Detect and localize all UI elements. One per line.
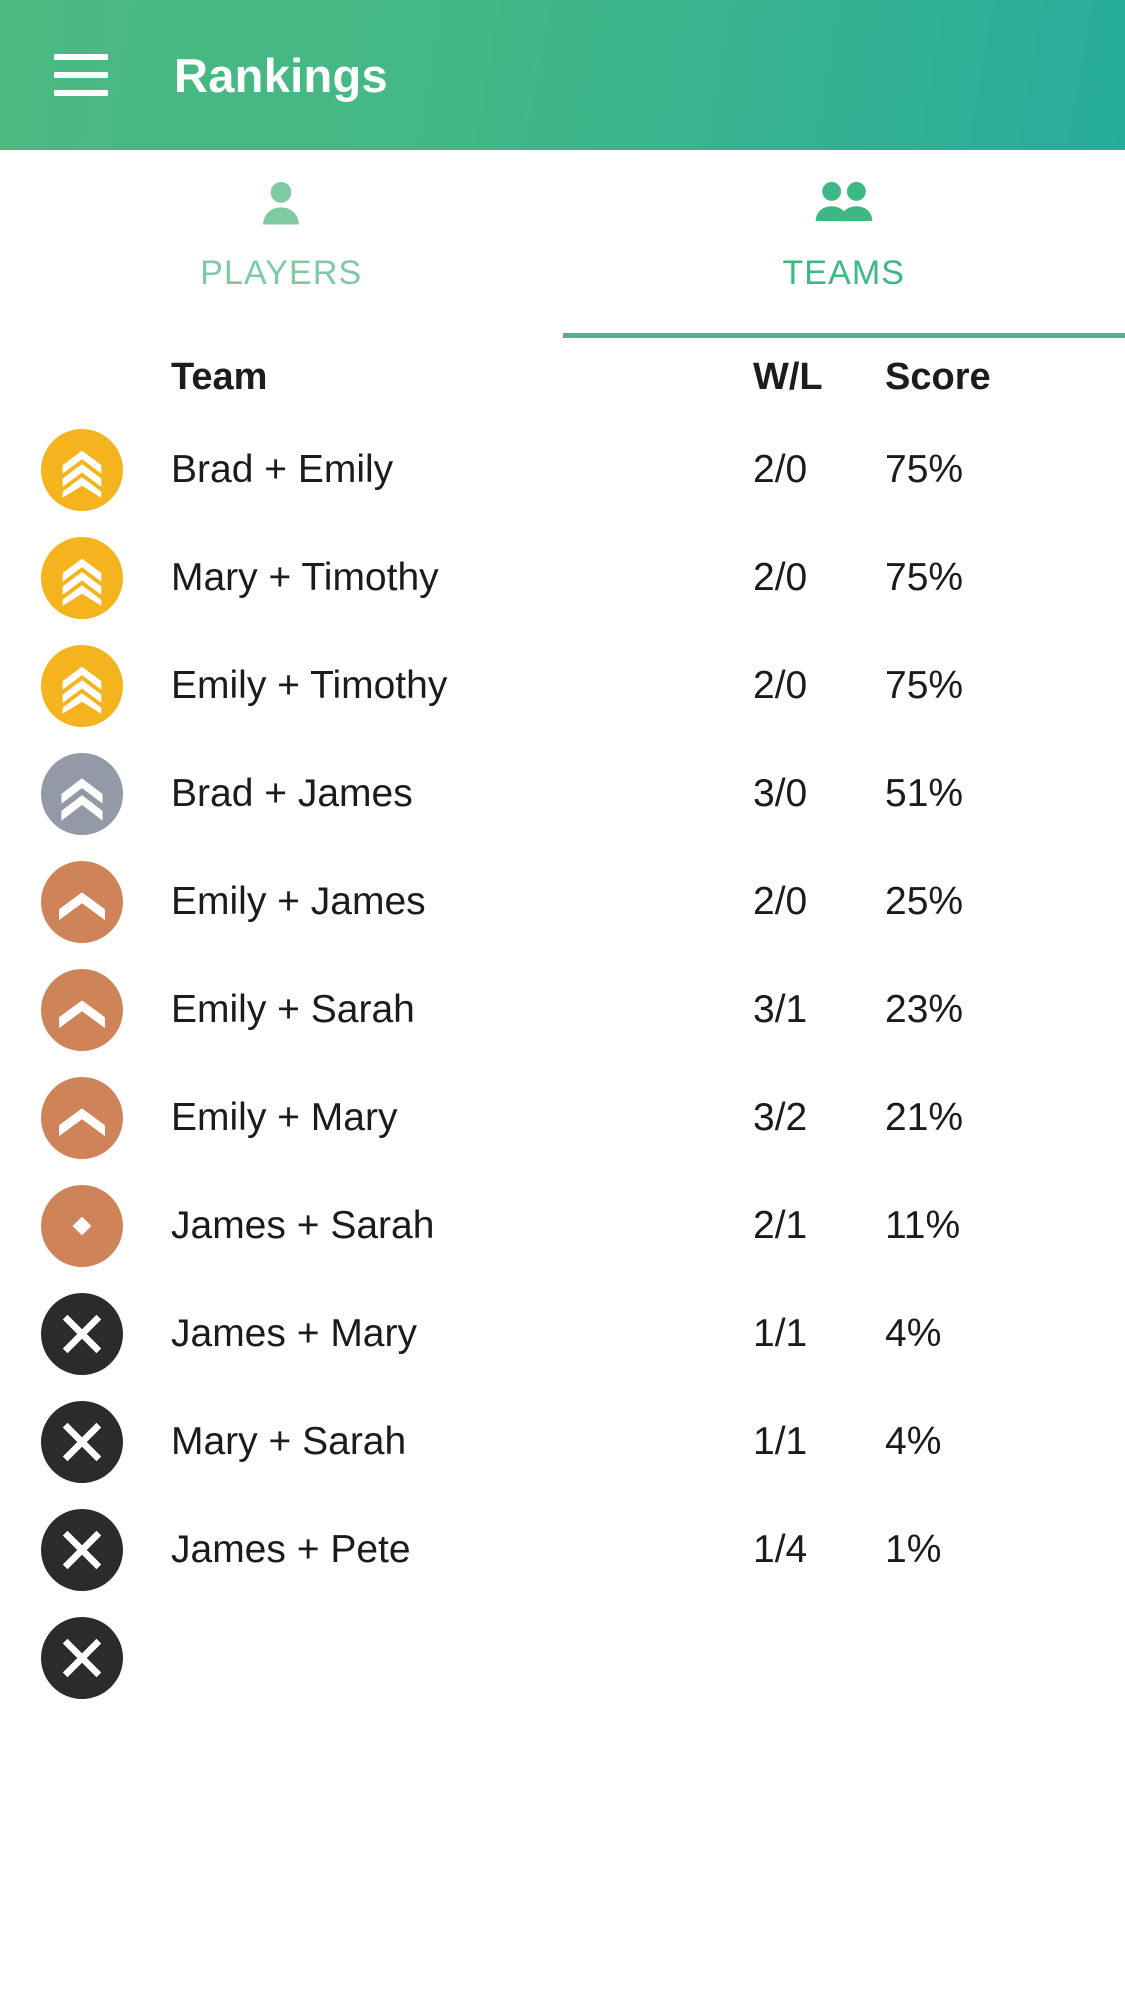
hamburger-bar-2 (54, 72, 108, 78)
rank-x-icon (40, 1293, 123, 1375)
tab-players[interactable]: PLAYERS (0, 150, 563, 338)
cell-score: 21% (885, 1096, 964, 1139)
rank-x-icon (40, 1509, 123, 1591)
table-row[interactable]: Emily + Timothy 2/0 75% (0, 632, 1125, 740)
cell-team-name: Emily + Timothy (171, 664, 448, 707)
tab-teams-label: TEAMS (782, 254, 906, 292)
person-icon (252, 174, 310, 234)
cell-team-name: Mary + Sarah (171, 1420, 407, 1463)
table-row[interactable] (0, 1604, 1125, 1712)
cell-win-loss: 2/0 (753, 448, 808, 491)
rank-bronze-diamond-icon (40, 1185, 123, 1267)
rank-badge-cell (0, 969, 163, 1051)
cell-win-loss: 3/2 (753, 1096, 808, 1139)
cell-score: 75% (885, 664, 964, 707)
app-bar: Rankings (0, 0, 1125, 150)
hamburger-bar-1 (54, 54, 108, 60)
rank-badge-cell (0, 1509, 163, 1591)
rank-gold-triple-chevron-icon (40, 429, 123, 511)
cell-win-loss: 3/0 (753, 772, 808, 815)
rank-badge-cell (0, 645, 163, 727)
cell-score: 4% (885, 1312, 942, 1355)
people-icon (808, 174, 880, 234)
page-title: Rankings (174, 48, 388, 102)
cell-win-loss: 1/1 (753, 1420, 808, 1463)
table-row[interactable]: Brad + James 3/0 51% (0, 740, 1125, 848)
tab-bar: PLAYERS TEAMS (0, 150, 1125, 338)
cell-team-name: James + Sarah (171, 1204, 435, 1247)
rank-bronze-chevron-icon (40, 969, 123, 1051)
cell-score: 4% (885, 1420, 942, 1463)
cell-win-loss: 2/1 (753, 1204, 808, 1247)
tab-players-label: PLAYERS (200, 254, 363, 292)
rank-bronze-chevron-icon (40, 1077, 123, 1159)
rankings-table: Team W/L Score Brad + Emily 2/0 75% Mary + … (0, 338, 1125, 1712)
rank-badge-cell (0, 1617, 163, 1699)
rank-badge-cell (0, 1401, 163, 1483)
table-row[interactable]: Mary + Sarah 1/1 4% (0, 1388, 1125, 1496)
table-body: Brad + Emily 2/0 75% Mary + Timothy 2/0 75% Em… (0, 416, 1125, 1712)
cell-win-loss: 2/0 (753, 880, 808, 923)
cell-team-name: Brad + Emily (171, 448, 394, 491)
tab-teams[interactable]: TEAMS (562, 150, 1125, 338)
rank-badge-cell (0, 753, 163, 835)
rank-badge-cell (0, 429, 163, 511)
rank-gold-triple-chevron-icon (40, 537, 123, 619)
table-row[interactable]: James + Sarah 2/1 11% (0, 1172, 1125, 1280)
table-row[interactable]: Emily + James 2/0 25% (0, 848, 1125, 956)
cell-score: 75% (885, 556, 964, 599)
column-header-wl: W/L (753, 355, 823, 398)
cell-score: 1% (885, 1528, 942, 1571)
cell-score: 23% (885, 988, 964, 1031)
cell-win-loss: 1/1 (753, 1312, 808, 1355)
rank-x-icon (40, 1617, 123, 1699)
rank-badge-cell (0, 1185, 163, 1267)
cell-team-name: James + Mary (171, 1312, 417, 1355)
rank-badge-cell (0, 1077, 163, 1159)
cell-team-name: Brad + James (171, 772, 413, 815)
cell-score: 11% (885, 1204, 961, 1247)
rank-badge-cell (0, 861, 163, 943)
table-row[interactable]: Emily + Mary 3/2 21% (0, 1064, 1125, 1172)
cell-team-name: Mary + Timothy (171, 556, 439, 599)
tab-active-indicator (562, 333, 1125, 338)
table-header-row: Team W/L Score (0, 338, 1125, 416)
rank-badge-cell (0, 1293, 163, 1375)
hamburger-menu-icon[interactable] (54, 54, 108, 96)
cell-win-loss: 3/1 (753, 988, 808, 1031)
rank-badge-cell (0, 537, 163, 619)
cell-score: 25% (885, 880, 964, 923)
cell-score: 75% (885, 448, 964, 491)
cell-team-name: Emily + James (171, 880, 426, 923)
rank-gold-triple-chevron-icon (40, 645, 123, 727)
table-row[interactable]: James + Mary 1/1 4% (0, 1280, 1125, 1388)
cell-win-loss: 1/4 (753, 1528, 808, 1571)
hamburger-bar-3 (54, 90, 108, 96)
cell-team-name: Emily + Mary (171, 1096, 398, 1139)
table-row[interactable]: Emily + Sarah 3/1 23% (0, 956, 1125, 1064)
cell-team-name: Emily + Sarah (171, 988, 415, 1031)
table-row[interactable]: James + Pete 1/4 1% (0, 1496, 1125, 1604)
cell-score: 51% (885, 772, 964, 815)
rank-x-icon (40, 1401, 123, 1483)
rankings-screen: Rankings PLAYERS TEAMS Team W/L Score Br… (0, 0, 1125, 2000)
column-header-team: Team (171, 355, 268, 398)
column-header-score: Score (885, 355, 991, 398)
rank-silver-double-chevron-icon (40, 753, 123, 835)
cell-team-name: James + Pete (171, 1528, 411, 1571)
cell-win-loss: 2/0 (753, 664, 808, 707)
table-row[interactable]: Mary + Timothy 2/0 75% (0, 524, 1125, 632)
rank-bronze-chevron-icon (40, 861, 123, 943)
table-row[interactable]: Brad + Emily 2/0 75% (0, 416, 1125, 524)
cell-win-loss: 2/0 (753, 556, 808, 599)
